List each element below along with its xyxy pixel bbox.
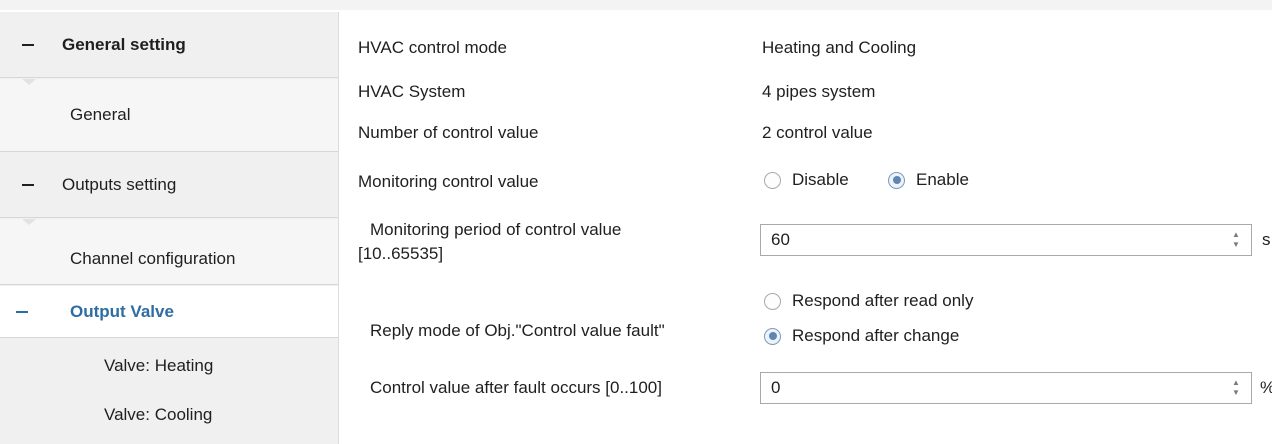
radio-label: Enable: [916, 170, 969, 189]
sidebar-item-label: Output Valve: [70, 301, 174, 321]
monitoring-period-input[interactable]: 60 ▲ ▼: [760, 224, 1252, 256]
spin-value: 60: [771, 230, 790, 249]
monitoring-enable-radio[interactable]: Enable: [888, 170, 969, 190]
num-control-value: 2 control value: [762, 123, 873, 142]
arrow-down-icon[interactable]: ▼: [1231, 388, 1241, 398]
spin-arrows: ▲ ▼: [1231, 378, 1241, 398]
reply-read-only-radio[interactable]: Respond after read only: [764, 291, 973, 311]
arrow-up-icon[interactable]: ▲: [1231, 230, 1241, 240]
sidebar-item-outputs-setting[interactable]: Outputs setting: [0, 153, 338, 218]
sidebar-item-label: Outputs setting: [62, 175, 177, 194]
radio-button[interactable]: [888, 171, 905, 189]
tree-notch: [22, 79, 36, 85]
radio-label: Respond after read only: [792, 291, 974, 310]
fault-value-label: Control value after fault occurs [0..100…: [370, 378, 662, 397]
radio-button[interactable]: [764, 327, 781, 345]
hvac-system-value: 4 pipes system: [762, 82, 876, 101]
reply-after-change-radio[interactable]: Respond after change: [764, 326, 959, 346]
sidebar: General setting General Outputs setting …: [0, 12, 339, 444]
hvac-mode-label: HVAC control mode: [358, 38, 507, 57]
fault-value-unit: %: [1260, 378, 1272, 398]
monitoring-period-label: Monitoring period of control value: [370, 220, 622, 239]
num-control-label: Number of control value: [358, 123, 539, 142]
sidebar-item-label: Valve: Heating: [104, 356, 214, 375]
monitoring-disable-radio[interactable]: Disable: [764, 170, 849, 190]
sidebar-item-general-setting[interactable]: General setting: [0, 12, 338, 78]
reply-mode-label: Reply mode of Obj."Control value fault": [370, 321, 665, 340]
radio-label: Disable: [792, 170, 849, 189]
fault-value-input[interactable]: 0 ▲ ▼: [760, 372, 1252, 404]
monitoring-period-range: [10..65535]: [358, 244, 444, 263]
spin-value: 0: [771, 378, 781, 397]
radio-button[interactable]: [764, 171, 781, 189]
sidebar-item-label: Channel configuration: [70, 249, 236, 269]
top-strip: [0, 0, 1272, 10]
arrow-down-icon[interactable]: ▼: [1231, 240, 1241, 250]
sidebar-item-general[interactable]: General: [0, 79, 338, 152]
sidebar-item-label: General setting: [62, 34, 186, 54]
monitoring-period-unit: s: [1262, 230, 1271, 249]
tree-notch: [22, 219, 36, 225]
arrow-up-icon[interactable]: ▲: [1231, 378, 1241, 388]
sidebar-item-label: General: [70, 105, 131, 124]
sidebar-item-valve-cooling[interactable]: Valve: Cooling: [0, 392, 338, 438]
radio-button[interactable]: [764, 292, 781, 310]
minus-icon[interactable]: [22, 184, 34, 186]
minus-icon[interactable]: [22, 43, 34, 46]
radio-label: Respond after change: [792, 326, 960, 345]
sidebar-item-label: Valve: Cooling: [104, 405, 213, 424]
sidebar-item-valve-heating[interactable]: Valve: Heating: [0, 343, 338, 389]
hvac-mode-value: Heating and Cooling: [762, 38, 917, 57]
minus-icon[interactable]: [16, 310, 28, 313]
sidebar-item-output-valve[interactable]: Output Valve: [0, 286, 338, 338]
sidebar-item-channel-configuration[interactable]: Channel configuration: [0, 219, 338, 285]
parameter-panel: HVAC control mode Heating and Cooling HV…: [340, 12, 1272, 444]
monitoring-label: Monitoring control value: [358, 172, 539, 191]
hvac-system-label: HVAC System: [358, 82, 466, 101]
spin-arrows: ▲ ▼: [1231, 230, 1241, 250]
